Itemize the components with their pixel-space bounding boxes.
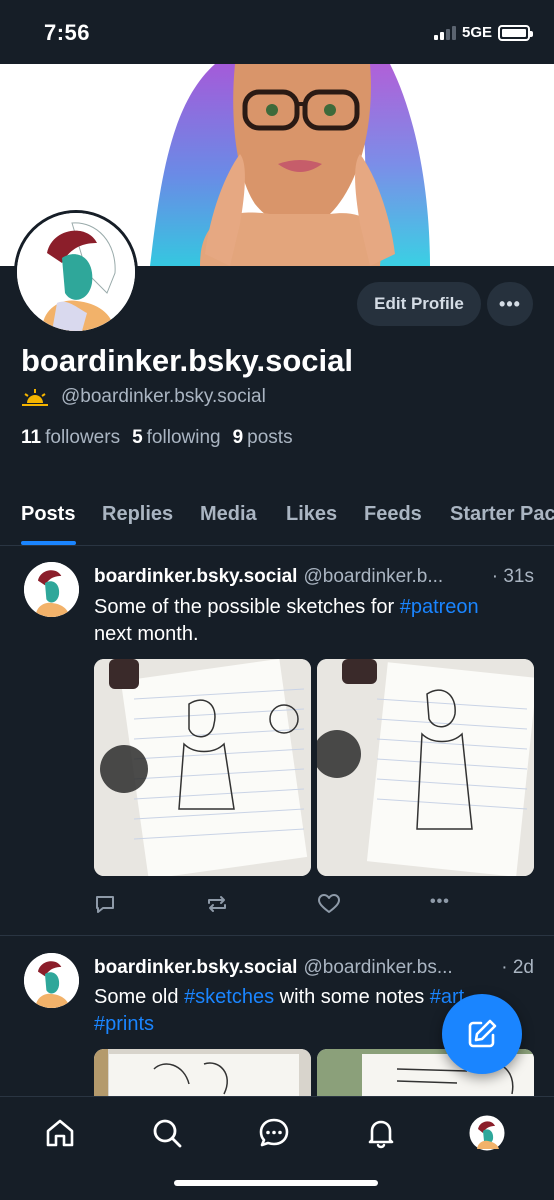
display-name: boardinker.bsky.social (21, 343, 353, 378)
post-author[interactable]: boardinker.bsky.social (94, 566, 297, 588)
tab-likes[interactable]: Likes (286, 503, 337, 526)
hashtag-link[interactable]: #sketches (184, 986, 274, 1008)
profile-avatar[interactable] (14, 210, 138, 334)
following-stat[interactable]: 5 following (132, 427, 221, 449)
followers-stat[interactable]: 11 followers (21, 427, 120, 449)
profile-more-button[interactable]: ••• (487, 282, 533, 326)
post-images (94, 659, 534, 876)
post-more-button[interactable]: ••• (430, 893, 450, 911)
sketch-image (94, 659, 311, 876)
nav-home[interactable] (42, 1115, 78, 1151)
edit-profile-button[interactable]: Edit Profile (357, 282, 481, 326)
nav-chat[interactable] (256, 1115, 292, 1151)
post-actions: ••• (94, 893, 534, 919)
nav-profile[interactable] (469, 1115, 505, 1151)
avatar-artwork (24, 562, 79, 617)
post-author-avatar[interactable] (24, 953, 79, 1008)
sketch-image (317, 659, 534, 876)
tab-feeds[interactable]: Feeds (364, 503, 422, 526)
status-indicators: 5GE (433, 24, 533, 41)
post-header: boardinker.bsky.social @boardinker.b... … (94, 566, 534, 588)
hashtag-link[interactable]: #prints (94, 1013, 154, 1035)
post-header: boardinker.bsky.social @boardinker.bs...… (94, 957, 534, 979)
nav-notifications[interactable] (363, 1115, 399, 1151)
post-image[interactable] (317, 659, 534, 876)
posts-stat: 9 posts (232, 427, 293, 448)
tab-starter-packs[interactable]: Starter Pac (450, 503, 554, 526)
profile-stats: 11 followers 5 following 9 posts (21, 427, 293, 449)
avatar-artwork (17, 213, 135, 331)
profile-tabs: Posts Replies Media Likes Feeds Starter … (0, 500, 554, 546)
post-text: Some of the possible sketches for #patre… (94, 596, 479, 645)
tab-replies[interactable]: Replies (102, 503, 173, 526)
profile-handle: @boardinker.bsky.social (61, 386, 266, 407)
home-indicator[interactable] (174, 1180, 378, 1186)
post-item[interactable]: boardinker.bsky.social @boardinker.b... … (0, 546, 554, 936)
tab-posts[interactable]: Posts (21, 503, 75, 526)
bell-icon (368, 1120, 394, 1149)
nav-search[interactable] (149, 1115, 185, 1151)
post-time: · 31s (491, 566, 534, 587)
handle-row: @boardinker.bsky.social (21, 386, 266, 408)
search-icon (153, 1119, 182, 1148)
hashtag-link[interactable]: #patreon (400, 596, 479, 618)
battery-icon (498, 24, 533, 41)
post-author[interactable]: boardinker.bsky.social (94, 957, 297, 979)
post-handle[interactable]: @boardinker.b... (303, 566, 485, 588)
compose-button[interactable] (442, 994, 522, 1074)
active-tab-indicator (21, 541, 76, 545)
compose-icon (468, 1019, 497, 1048)
post-handle[interactable]: @boardinker.bs... (303, 957, 495, 979)
status-bar: 7:56 5GE (0, 0, 554, 64)
repost-icon[interactable] (205, 893, 229, 915)
reply-icon[interactable] (94, 893, 116, 915)
network-label: 5GE (461, 24, 492, 41)
sunrise-icon (22, 389, 48, 406)
signal-icon (433, 25, 456, 40)
home-icon (46, 1119, 74, 1147)
avatar-artwork (24, 953, 79, 1008)
profile-avatar-icon (469, 1115, 505, 1151)
status-time: 7:56 (44, 20, 91, 45)
post-time: · 2d (501, 957, 534, 978)
like-icon[interactable] (317, 893, 341, 915)
chat-icon (259, 1118, 289, 1147)
post-author-avatar[interactable] (24, 562, 79, 617)
post-image[interactable] (94, 659, 311, 876)
tab-media[interactable]: Media (200, 503, 257, 526)
